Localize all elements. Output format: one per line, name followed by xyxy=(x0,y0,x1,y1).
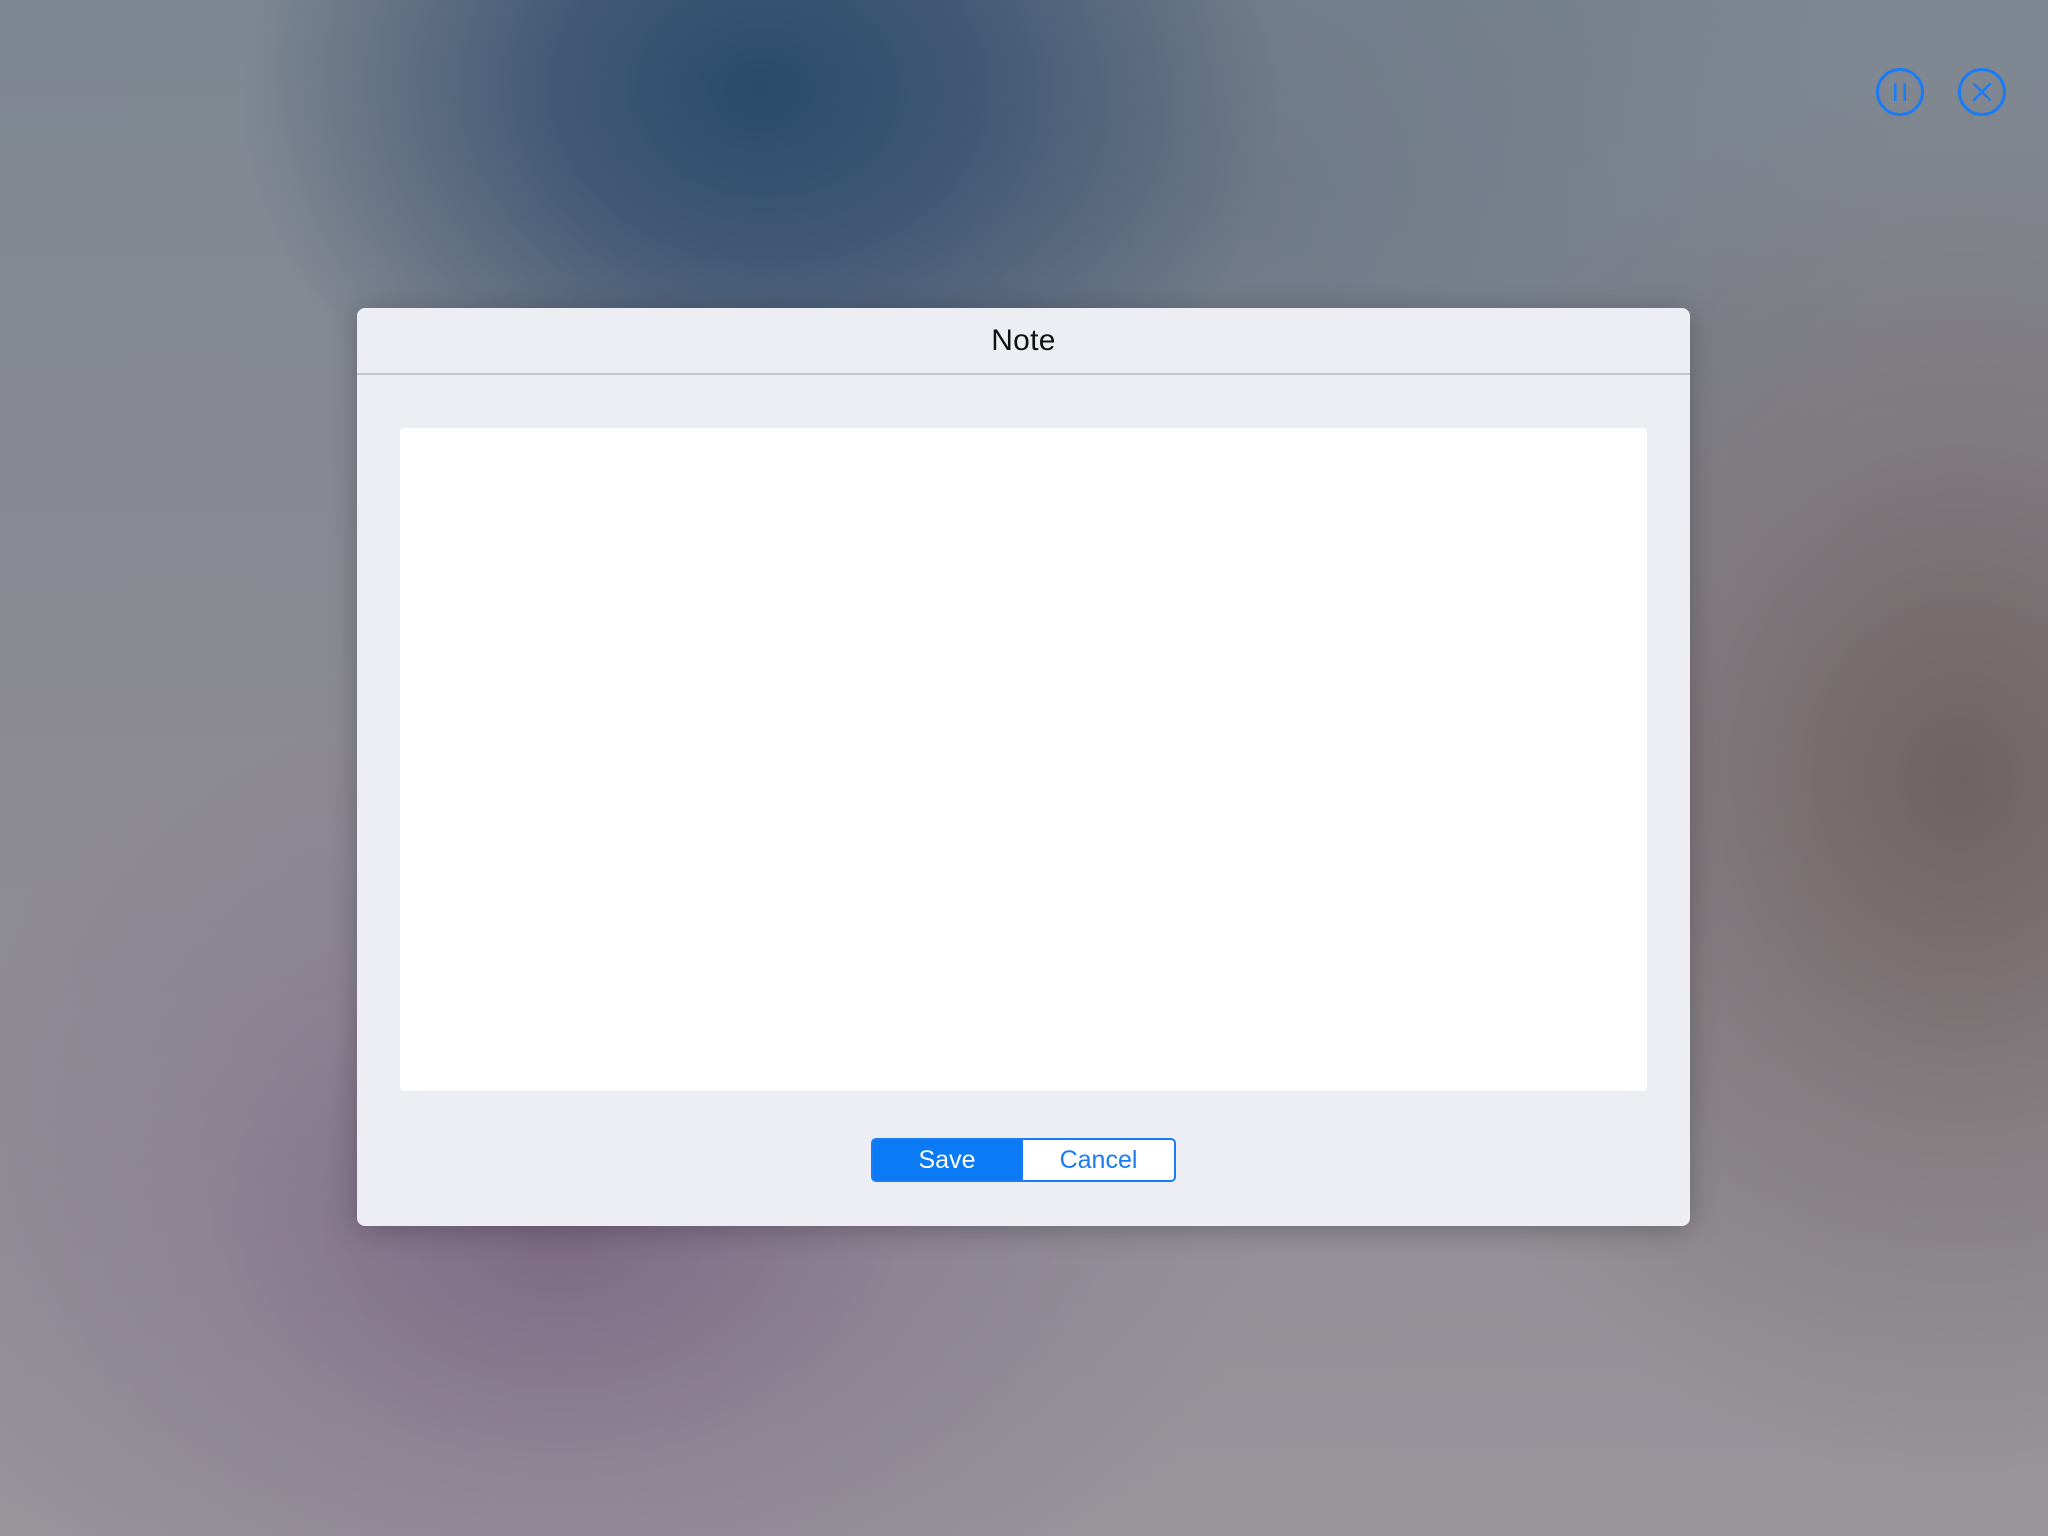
cancel-button[interactable]: Cancel xyxy=(1023,1138,1176,1182)
pause-icon xyxy=(1892,82,1908,102)
note-dialog: Note Save Cancel xyxy=(357,308,1690,1226)
note-text-area[interactable] xyxy=(400,428,1647,1091)
close-button[interactable] xyxy=(1958,68,2006,116)
dialog-title: Note xyxy=(991,323,1056,357)
top-controls xyxy=(1876,68,2006,116)
close-icon xyxy=(1972,82,1992,102)
pause-button[interactable] xyxy=(1876,68,1924,116)
save-button[interactable]: Save xyxy=(871,1138,1023,1182)
save-cancel-group: Save Cancel xyxy=(871,1138,1176,1182)
dialog-header: Note xyxy=(357,308,1690,375)
